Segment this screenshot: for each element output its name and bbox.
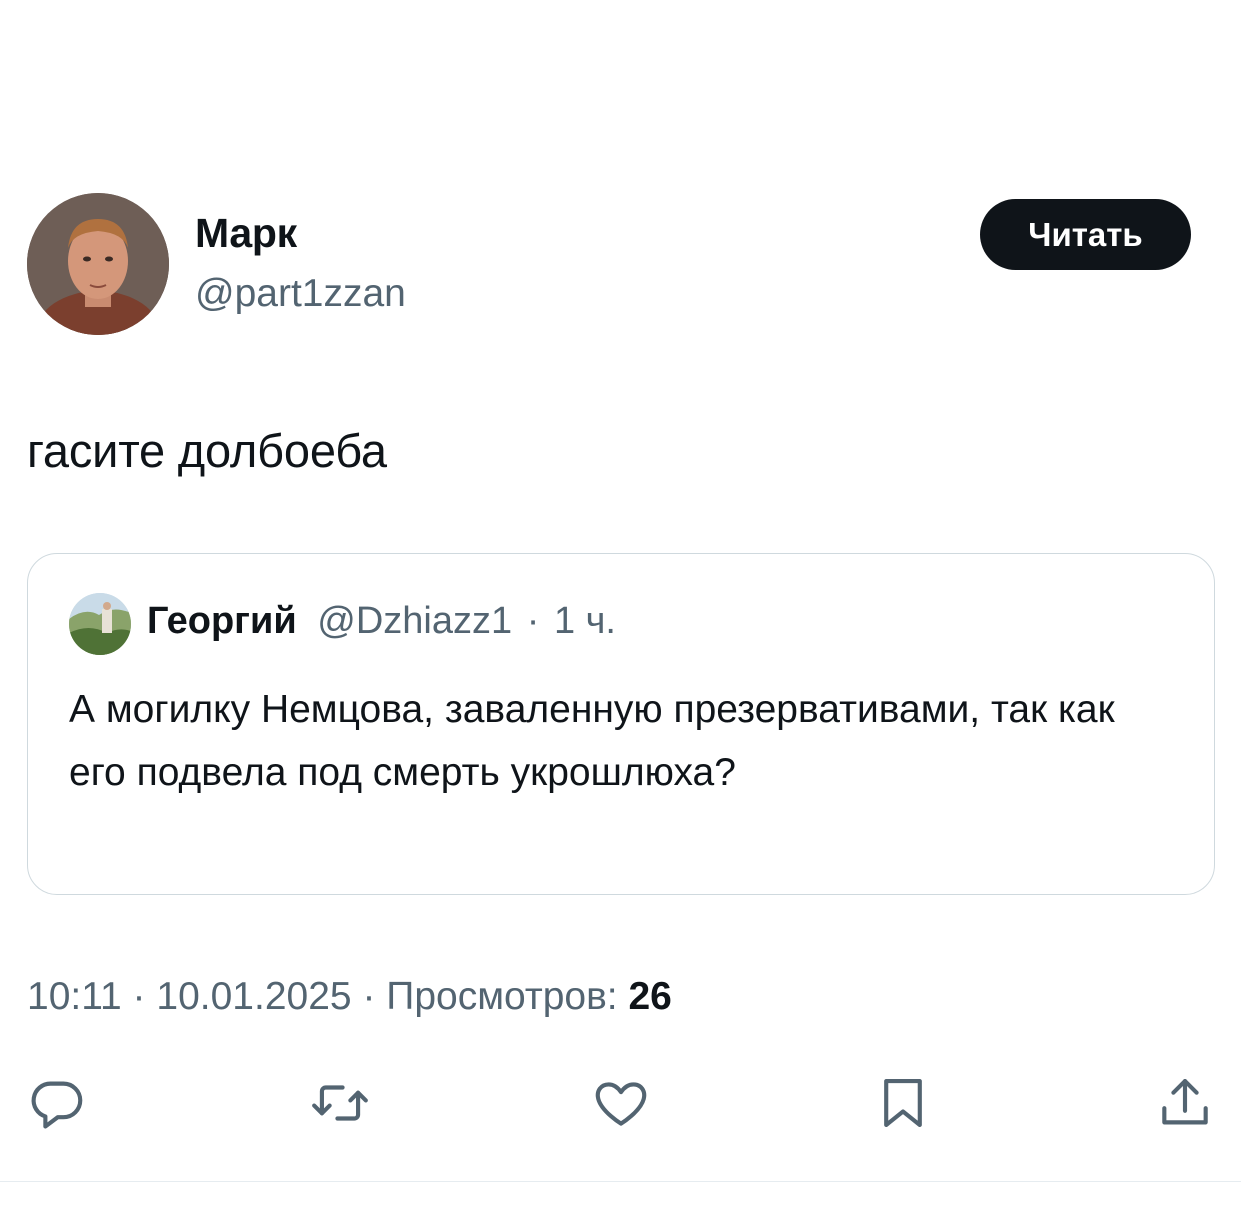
- author-photo: [27, 193, 169, 335]
- quote-text: А могилку Немцова, заваленную презервати…: [69, 688, 1115, 794]
- tweet-meta: 10:11 · 10.01.2025 · Просмотров: 26: [27, 975, 672, 1019]
- tweet-time[interactable]: 10:11: [27, 975, 122, 1018]
- tweet-date[interactable]: 10.01.2025: [156, 975, 351, 1018]
- author-handle[interactable]: @part1zzan: [195, 272, 406, 316]
- author-avatar[interactable]: [27, 193, 169, 335]
- quote-time[interactable]: 1 ч.: [554, 600, 616, 642]
- quote-tweet-card[interactable]: Георгий @Dzhiazz1 · 1 ч. А могилку Немцо…: [27, 553, 1215, 895]
- quote-author-avatar[interactable]: [69, 593, 131, 655]
- share-icon: [1162, 1078, 1208, 1125]
- quote-separator: ·: [526, 600, 540, 642]
- author-name[interactable]: Марк: [195, 210, 297, 257]
- meta-separator: ·: [132, 975, 146, 1018]
- bookmark-icon: [884, 1078, 922, 1128]
- tweet-detail: Марк @part1zzan Читать гасите долбоеба Г…: [0, 0, 1241, 1211]
- quote-author-name[interactable]: Георгий: [147, 600, 297, 642]
- retweet-icon: [312, 1085, 368, 1121]
- share-button[interactable]: [1150, 1068, 1220, 1138]
- bookmark-button[interactable]: [868, 1068, 938, 1138]
- follow-button[interactable]: Читать: [980, 199, 1191, 270]
- quote-author-handle[interactable]: @Dzhiazz1: [317, 600, 512, 642]
- tweet-text: гасите долбоеба: [27, 424, 387, 477]
- like-icon: [595, 1082, 647, 1126]
- retweet-button[interactable]: [305, 1068, 375, 1138]
- quote-header: Георгий @Dzhiazz1 · 1 ч.: [147, 600, 616, 643]
- like-button[interactable]: [586, 1068, 656, 1138]
- quote-author-photo: [69, 593, 131, 655]
- meta-separator: ·: [362, 975, 376, 1018]
- views-label: Просмотров:: [386, 975, 618, 1018]
- reply-button[interactable]: [22, 1068, 92, 1138]
- reply-icon: [31, 1081, 83, 1129]
- bottom-divider: [0, 1181, 1241, 1182]
- views-count: 26: [628, 975, 672, 1018]
